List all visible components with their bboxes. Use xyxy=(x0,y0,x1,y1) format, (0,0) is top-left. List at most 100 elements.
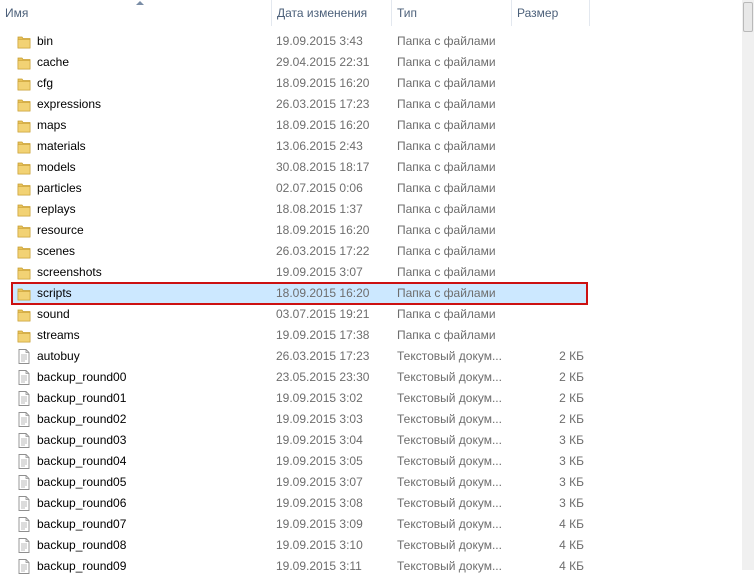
file-type: Папка с файлами xyxy=(397,244,496,258)
scrollbar-thumb[interactable] xyxy=(743,2,753,32)
file-size: 2 КБ xyxy=(559,349,584,363)
file-row[interactable]: sound 03.07.2015 19:21 Папка с файлами xyxy=(12,304,587,325)
column-divider[interactable] xyxy=(589,0,590,26)
file-date: 19.09.2015 3:04 xyxy=(276,433,363,447)
file-name: resource xyxy=(37,223,84,237)
file-name: backup_round02 xyxy=(37,412,127,426)
column-header-type[interactable]: Тип xyxy=(392,0,512,26)
column-header-date[interactable]: Дата изменения xyxy=(272,0,392,26)
text-file-icon xyxy=(17,433,31,448)
file-row[interactable]: expressions 26.03.2015 17:23 Папка с файла… xyxy=(12,94,587,115)
file-type: Папка с файлами xyxy=(397,118,496,132)
file-type: Текстовый докум... xyxy=(397,433,502,447)
file-type: Папка с файлами xyxy=(397,286,496,300)
text-file-icon xyxy=(17,391,31,406)
folder-icon xyxy=(17,76,31,91)
file-name: bin xyxy=(37,34,54,48)
file-size xyxy=(512,136,584,157)
file-size: 2 КБ xyxy=(559,412,584,426)
folder-icon xyxy=(17,139,31,154)
file-size xyxy=(512,262,584,283)
file-size: 2 КБ xyxy=(559,391,584,405)
file-size: 4 КБ xyxy=(559,517,584,531)
file-row[interactable]: cache 29.04.2015 22:31 Папка с файлами xyxy=(12,52,587,73)
file-name: replays xyxy=(37,202,76,216)
file-row[interactable]: bin 19.09.2015 3:43 Папка с файлами xyxy=(12,31,587,52)
folder-icon xyxy=(17,307,31,322)
file-row[interactable]: backup_round02 19.09.2015 3:03 Текстовый д… xyxy=(12,409,587,430)
file-row[interactable]: screenshots 19.09.2015 3:07 Папка с файлам… xyxy=(12,262,587,283)
column-header-bar: Имя Дата изменения Тип Размер xyxy=(0,0,742,26)
folder-icon xyxy=(17,55,31,70)
file-size xyxy=(512,283,584,304)
file-row[interactable]: backup_round09 19.09.2015 3:11 Текстовый д… xyxy=(12,556,587,577)
file-date: 18.09.2015 16:20 xyxy=(276,223,370,237)
file-size xyxy=(512,220,584,241)
file-size xyxy=(512,304,584,325)
file-row[interactable]: autobuy 26.03.2015 17:23 Текстовый докум..… xyxy=(12,346,587,367)
file-type: Папка с файлами xyxy=(397,265,496,279)
file-type: Текстовый докум... xyxy=(397,538,502,552)
column-header-size[interactable]: Размер xyxy=(512,0,590,26)
file-type: Папка с файлами xyxy=(397,307,496,321)
file-name: screenshots xyxy=(37,265,102,279)
file-type: Папка с файлами xyxy=(397,139,496,153)
file-name: streams xyxy=(37,328,80,342)
file-name: materials xyxy=(37,139,86,153)
file-name: autobuy xyxy=(37,349,80,363)
file-name: backup_round07 xyxy=(37,517,127,531)
text-file-icon xyxy=(17,454,31,469)
file-name: backup_round08 xyxy=(37,538,127,552)
file-size: 3 КБ xyxy=(559,496,584,510)
file-row[interactable]: backup_round04 19.09.2015 3:05 Текстовый д… xyxy=(12,451,587,472)
file-row[interactable]: backup_round05 19.09.2015 3:07 Текстовый д… xyxy=(12,472,587,493)
file-date: 19.09.2015 3:10 xyxy=(276,538,363,552)
file-row[interactable]: scenes 26.03.2015 17:22 Папка с файлами xyxy=(12,241,587,262)
file-date: 18.09.2015 16:20 xyxy=(276,118,370,132)
file-row[interactable]: resource 18.09.2015 16:20 Папка с файлами xyxy=(12,220,587,241)
file-row[interactable]: cfg 18.09.2015 16:20 Папка с файлами xyxy=(12,73,587,94)
file-date: 19.09.2015 3:02 xyxy=(276,391,363,405)
file-row[interactable]: maps 18.09.2015 16:20 Папка с файлами xyxy=(12,115,587,136)
file-row[interactable]: streams 19.09.2015 17:38 Папка с файлами xyxy=(12,325,587,346)
file-type: Текстовый докум... xyxy=(397,517,502,531)
file-date: 19.09.2015 3:08 xyxy=(276,496,363,510)
file-row[interactable]: materials 13.06.2015 2:43 Папка с файлами xyxy=(12,136,587,157)
file-type: Текстовый докум... xyxy=(397,412,502,426)
file-type: Текстовый докум... xyxy=(397,496,502,510)
file-row-selected[interactable]: scripts 18.09.2015 16:20 Папка с файлами xyxy=(11,282,588,305)
file-row[interactable]: backup_round08 19.09.2015 3:10 Текстовый д… xyxy=(12,535,587,556)
folder-icon xyxy=(17,34,31,49)
file-name: particles xyxy=(37,181,82,195)
column-header-date-label: Дата изменения xyxy=(277,6,368,20)
vertical-scrollbar[interactable] xyxy=(742,0,754,570)
file-date: 26.03.2015 17:22 xyxy=(276,244,370,258)
file-row[interactable]: particles 02.07.2015 0:06 Папка с файлами xyxy=(12,178,587,199)
file-date: 19.09.2015 3:11 xyxy=(276,559,362,573)
file-size xyxy=(512,157,584,178)
file-size xyxy=(512,94,584,115)
text-file-icon xyxy=(17,370,31,385)
file-row[interactable]: replays 18.08.2015 1:37 Папка с файлами xyxy=(12,199,587,220)
file-row[interactable]: backup_round03 19.09.2015 3:04 Текстовый д… xyxy=(12,430,587,451)
file-date: 29.04.2015 22:31 xyxy=(276,55,370,69)
file-row[interactable]: backup_round07 19.09.2015 3:09 Текстовый д… xyxy=(12,514,587,535)
file-size xyxy=(512,52,584,73)
file-size xyxy=(512,199,584,220)
file-row[interactable]: backup_round06 19.09.2015 3:08 Текстовый д… xyxy=(12,493,587,514)
file-date: 02.07.2015 0:06 xyxy=(276,181,363,195)
file-date: 19.09.2015 17:38 xyxy=(276,328,370,342)
file-type: Папка с файлами xyxy=(397,97,496,111)
folder-icon xyxy=(17,181,31,196)
sort-ascending-icon xyxy=(136,1,144,5)
text-file-icon xyxy=(17,475,31,490)
file-row[interactable]: backup_round01 19.09.2015 3:02 Текстовый д… xyxy=(12,388,587,409)
file-name: backup_round00 xyxy=(37,370,127,384)
file-type: Папка с файлами xyxy=(397,202,496,216)
file-date: 23.05.2015 23:30 xyxy=(276,370,370,384)
file-row[interactable]: backup_round00 23.05.2015 23:30 Текстовый … xyxy=(12,367,587,388)
file-row[interactable]: models 30.08.2015 18:17 Папка с файлами xyxy=(12,157,587,178)
column-header-name-label: Имя xyxy=(5,6,29,20)
text-file-icon xyxy=(17,349,31,364)
file-size xyxy=(512,115,584,136)
